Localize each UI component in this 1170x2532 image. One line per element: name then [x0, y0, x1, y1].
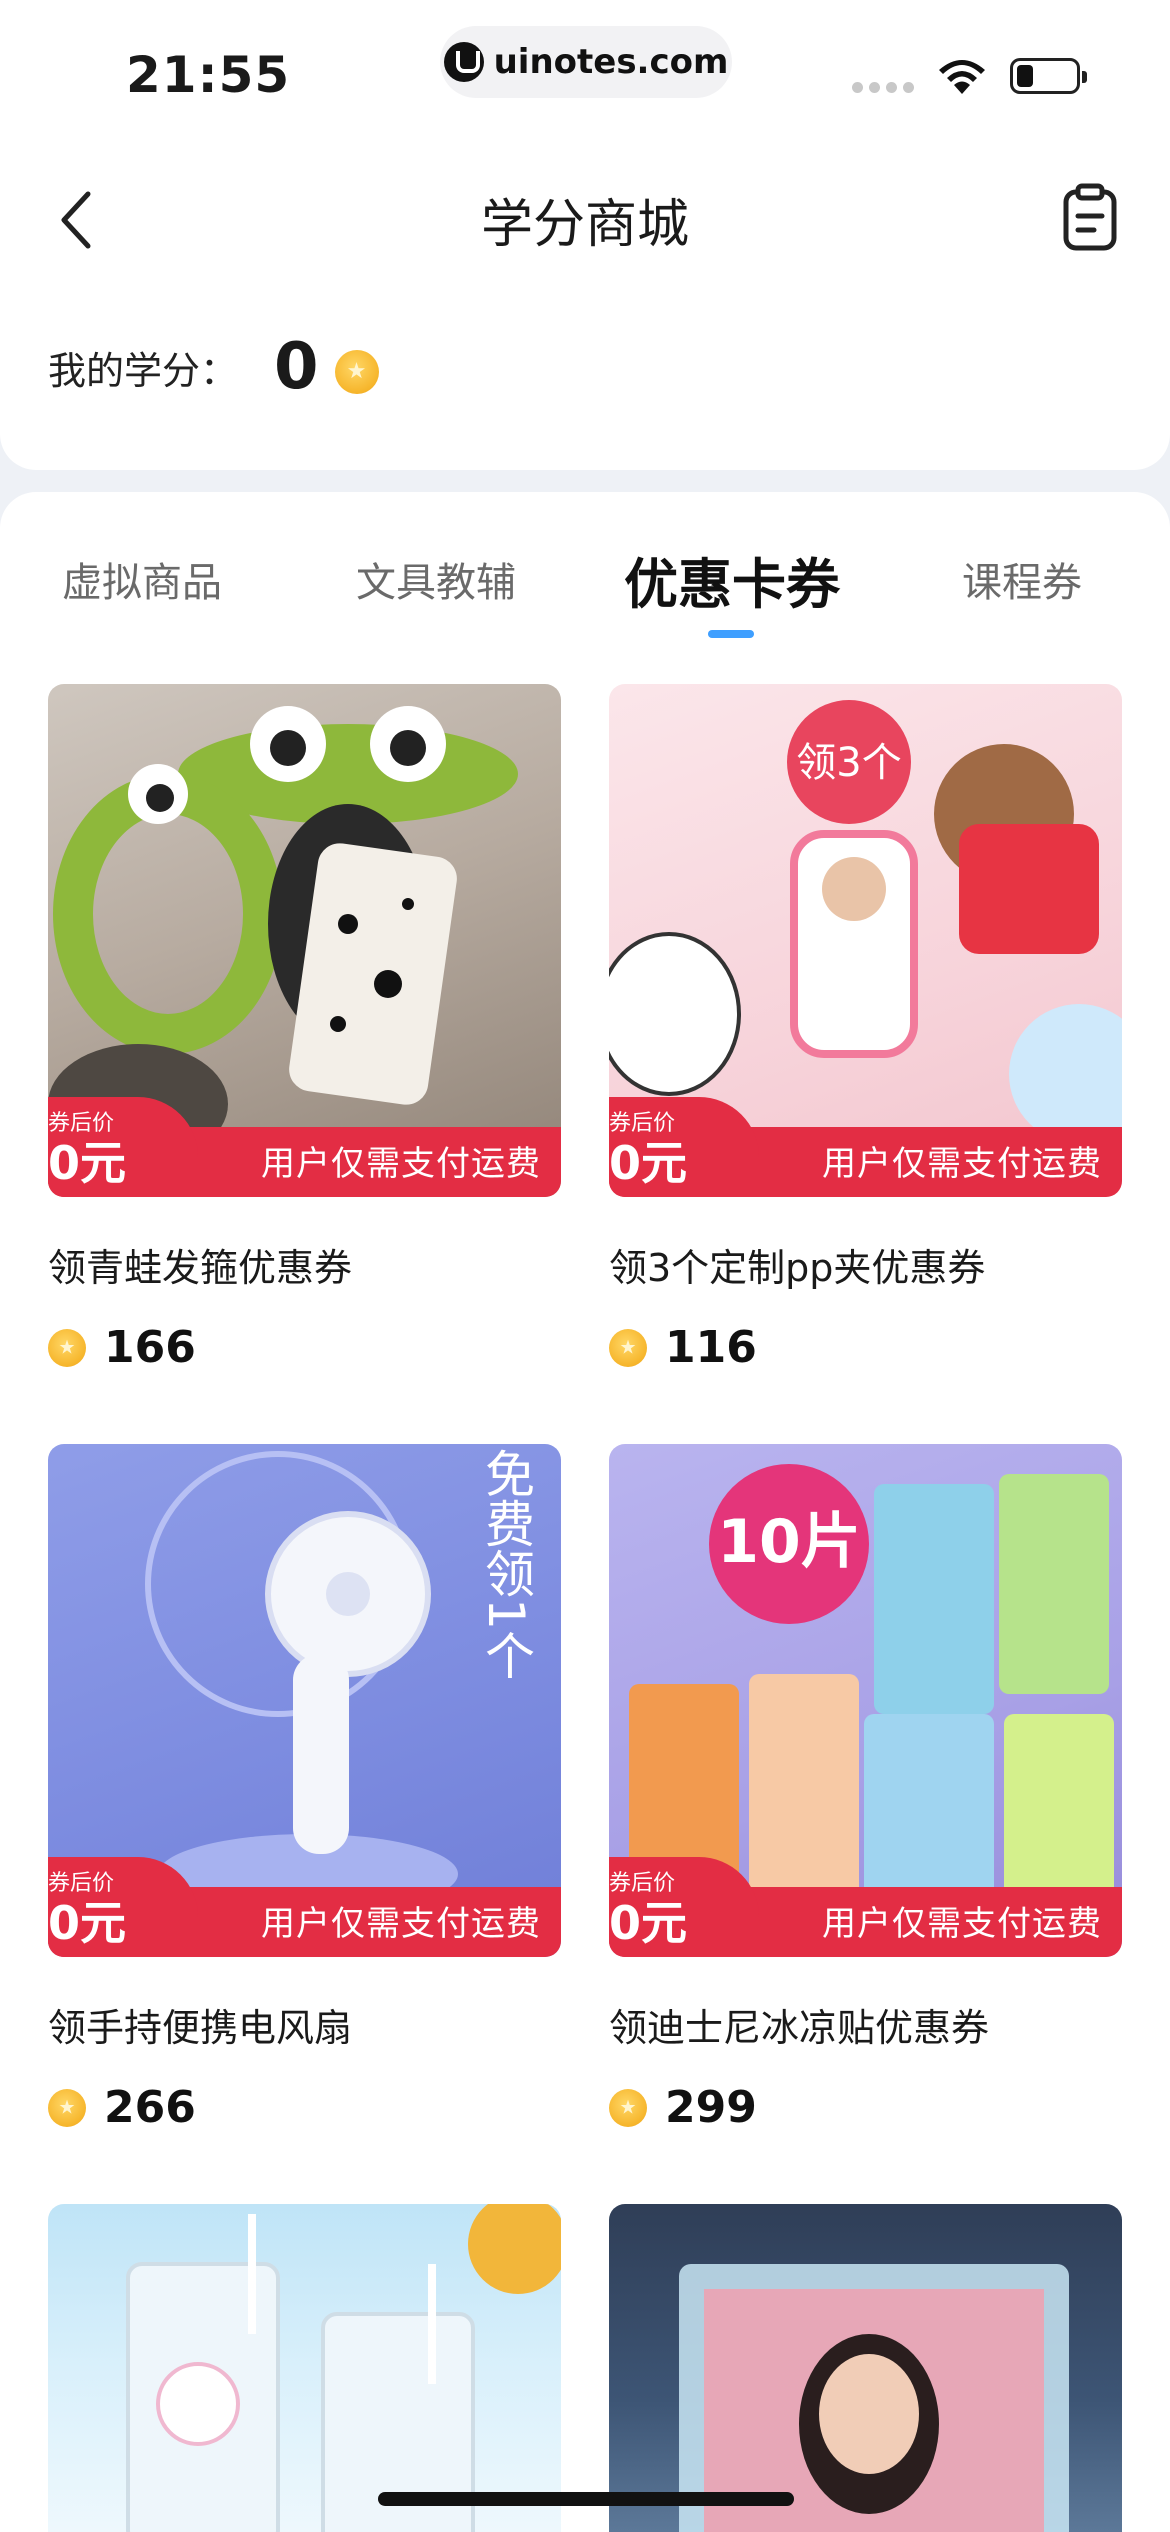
product-card[interactable]: [609, 2204, 1122, 2532]
page-title: 学分商城: [480, 195, 689, 255]
product-title: 领青蛙发箍优惠券: [48, 1246, 353, 1290]
overlay-text: 领3个: [796, 740, 901, 786]
product-image: [609, 2204, 1122, 2532]
product-card[interactable]: 免费领1个 券后价 0元 用户仅需支付运费 领手持便携电风扇 266: [48, 1444, 561, 2133]
coin-icon: [48, 1328, 86, 1367]
credits-row: 我的学分： 0: [48, 330, 379, 404]
tab-stationery[interactable]: 文具教辅: [356, 550, 516, 608]
price-row: 166: [48, 1322, 561, 1373]
promo-text: 用户仅需支付运费: [822, 1904, 1102, 1944]
product-card[interactable]: 领3个 券后价 0元 用户仅需支付运费 领3个定制pp夹优惠券 1: [609, 684, 1122, 1373]
coin-icon: [609, 1328, 647, 1367]
product-card[interactable]: 券后价 0元 用户仅需支付运费 领青蛙发箍优惠券 166: [48, 684, 561, 1373]
clipboard-icon[interactable]: [1054, 180, 1126, 256]
overlay-text: 10片: [717, 1507, 861, 1577]
product-panel: 虚拟商品 文具教辅 优惠卡券 课程券 券后价 0元 用户仅需支付运费 领青蛙发箍…: [0, 492, 1170, 2532]
product-price: 299: [665, 2082, 757, 2133]
product-card[interactable]: 10片 券后价 0元 用户仅需支付运费 领迪士尼冰凉贴优惠券 29: [609, 1444, 1122, 2133]
status-bar: 21:55 uinotes.com: [0, 0, 1170, 140]
url-text: uinotes.com: [493, 42, 729, 82]
product-image: 券后价 0元 用户仅需支付运费: [48, 684, 561, 1197]
wifi-icon: [939, 60, 985, 94]
home-indicator: [378, 2492, 794, 2506]
battery-icon: [1010, 58, 1087, 94]
product-card[interactable]: [48, 2204, 561, 2532]
promo-text: 用户仅需支付运费: [261, 1904, 541, 1944]
product-title: 领手持便携电风扇: [48, 2006, 353, 2050]
cellular-signal-icon: [852, 82, 914, 93]
product-price: 166: [104, 1322, 196, 1373]
product-image: [48, 2204, 561, 2532]
tab-course-vouchers[interactable]: 课程券: [962, 550, 1082, 608]
price-row: 299: [609, 2082, 1122, 2133]
price-row: 116: [609, 1322, 1122, 1373]
status-time: 21:55: [126, 46, 291, 104]
product-image: 免费领1个 券后价 0元 用户仅需支付运费: [48, 1444, 561, 1957]
promo-badge: 券后价 0元: [48, 1857, 198, 1957]
price-row: 266: [48, 2082, 561, 2133]
product-title: 领迪士尼冰凉贴优惠券: [609, 2006, 990, 2050]
tab-virtual-goods[interactable]: 虚拟商品: [62, 550, 222, 608]
product-image: 10片 券后价 0元 用户仅需支付运费: [609, 1444, 1122, 1957]
tab-coupons[interactable]: 优惠卡券: [624, 540, 840, 619]
credits-label: 我的学分：: [48, 348, 239, 393]
coin-icon: [334, 350, 379, 394]
site-logo-icon: [443, 42, 484, 82]
overlay-text: 免费领1个: [477, 1448, 535, 1680]
promo-badge: 券后价 0元: [48, 1097, 198, 1197]
product-price: 266: [104, 2082, 196, 2133]
coin-icon: [609, 2088, 647, 2127]
url-pill[interactable]: uinotes.com: [440, 26, 732, 98]
promo-text: 用户仅需支付运费: [261, 1144, 541, 1184]
credits-value: 0: [274, 330, 319, 404]
product-price: 116: [665, 1322, 757, 1373]
header: 学分商城 我的学分： 0: [0, 140, 1170, 470]
promo-badge: 券后价 0元: [609, 1097, 759, 1197]
coin-icon: [48, 2088, 86, 2127]
promo-badge: 券后价 0元: [609, 1857, 759, 1957]
promo-text: 用户仅需支付运费: [822, 1144, 1102, 1184]
product-image: 领3个 券后价 0元 用户仅需支付运费: [609, 684, 1122, 1197]
tab-indicator: [708, 630, 754, 638]
product-title: 领3个定制pp夹优惠券: [609, 1246, 986, 1290]
category-tabs: 虚拟商品 文具教辅 优惠卡券 课程券: [0, 550, 1170, 630]
